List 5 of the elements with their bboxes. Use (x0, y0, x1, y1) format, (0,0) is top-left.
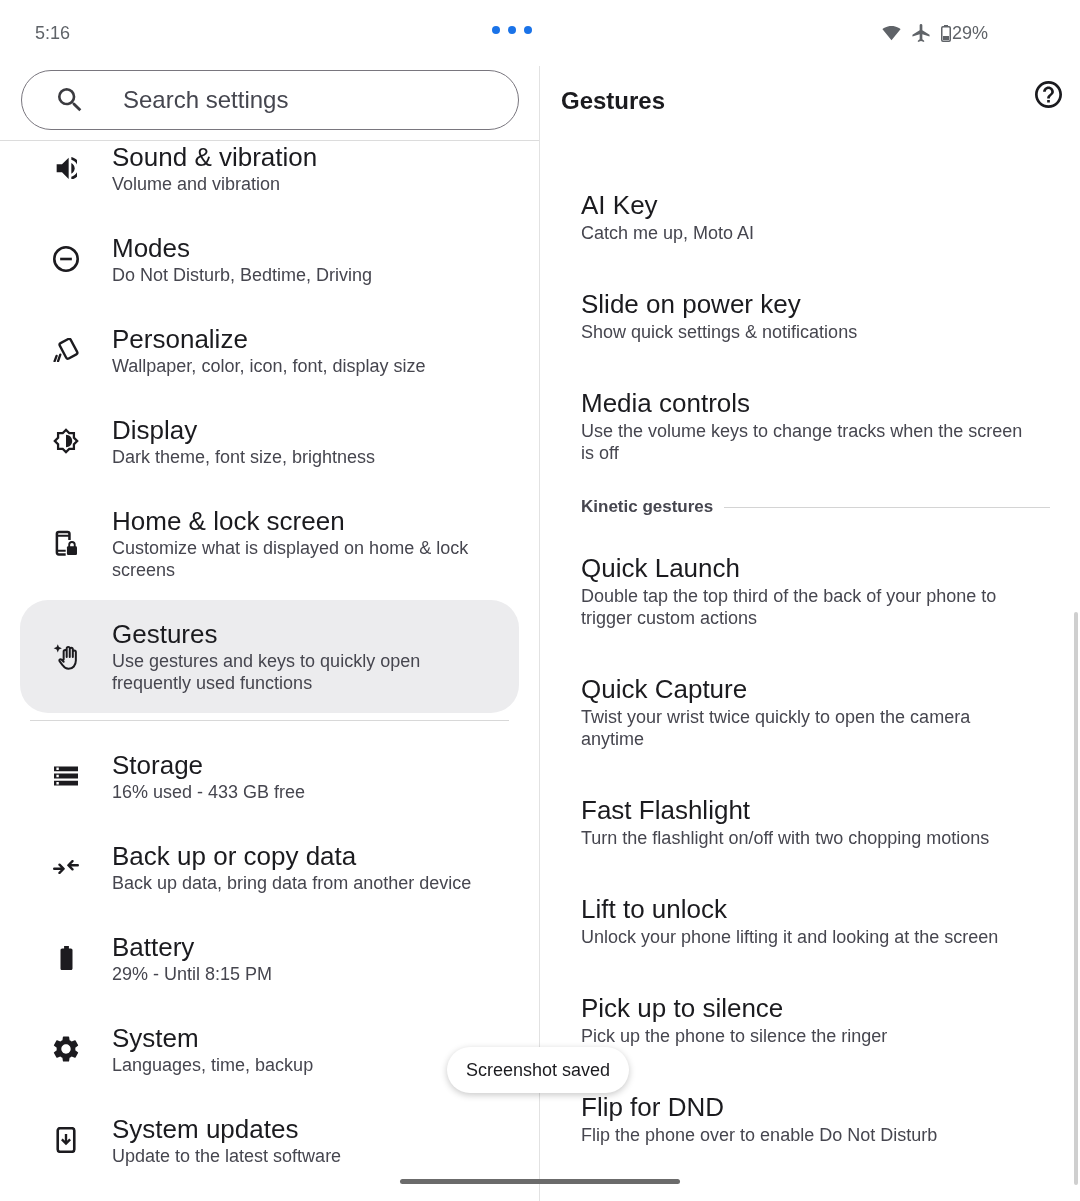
page-title: Gestures (561, 86, 666, 116)
status-time: 5:16 (35, 22, 71, 44)
screenshot-toast: Screenshot saved (447, 1047, 630, 1093)
section-header: Kinetic gestures (581, 497, 714, 517)
battery-percentage: 29% (951, 22, 988, 44)
